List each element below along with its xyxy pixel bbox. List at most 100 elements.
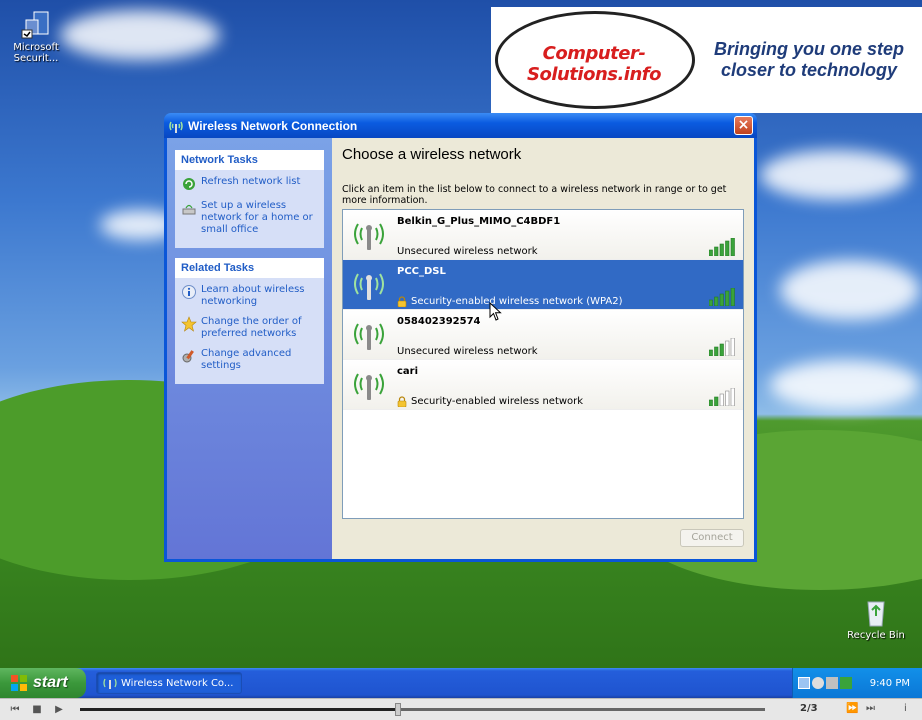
task-label: Change the order of preferred networks	[201, 316, 302, 339]
stop-icon[interactable]: ■	[30, 704, 44, 716]
wireless-network-icon	[354, 273, 384, 300]
desktop-icon-label: Securit...	[13, 53, 59, 64]
related-tasks-header: Related Tasks	[175, 258, 324, 278]
volume-tray-icon[interactable]	[825, 677, 838, 689]
network-security-label: Unsecured wireless network	[397, 246, 538, 257]
clock[interactable]: 9:40 PM	[870, 678, 910, 689]
signal-bar	[714, 346, 719, 356]
skip-forward-icon[interactable]: ⏭	[866, 703, 875, 714]
dialog-titlebar[interactable]: Wireless Network Connection ×	[164, 113, 757, 138]
setup-wireless-network-link[interactable]: Set up a wireless network for a home or …	[181, 200, 318, 236]
signal-strength-icon	[709, 338, 735, 356]
connect-button[interactable]: Connect	[680, 529, 744, 547]
start-button[interactable]: start	[0, 668, 86, 698]
info-icon[interactable]: i	[904, 703, 907, 714]
signal-bar	[714, 396, 719, 406]
signal-bar	[725, 390, 730, 406]
refresh-network-list-link[interactable]: Refresh network list	[181, 176, 318, 192]
network-security-label: Security-enabled wireless network (WPA2)	[411, 296, 623, 307]
signal-bar	[719, 293, 724, 306]
instructions-text: Click an item in the list below to conne…	[342, 184, 727, 206]
network-ssid: 058402392574	[397, 316, 481, 327]
signal-bar	[725, 240, 730, 256]
taskbar-button-wireless[interactable]: Wireless Network Co...	[96, 672, 242, 694]
task-label: Learn about wireless networking	[201, 284, 305, 307]
tagline-line: closer to technology	[720, 60, 898, 80]
star-icon	[181, 316, 197, 332]
signal-bar	[730, 238, 735, 256]
signal-bar	[725, 290, 730, 306]
network-list: Belkin_G_Plus_MIMO_C4BDF1 Unsecured wirel…	[342, 209, 744, 519]
info-icon	[182, 285, 196, 299]
signal-bar	[714, 246, 719, 256]
shield-tray-icon[interactable]	[839, 677, 852, 689]
mouse-cursor-icon	[489, 302, 502, 321]
lock-icon	[397, 396, 407, 407]
progress-thumb[interactable]	[395, 703, 402, 716]
task-label: Set up a wireless network for a home or …	[201, 200, 313, 235]
windows-logo-icon	[11, 675, 27, 691]
signal-bar	[730, 388, 735, 406]
network-ssid: Belkin_G_Plus_MIMO_C4BDF1	[397, 216, 561, 227]
desktop-icon-microsoft-security[interactable]: Microsoft Securit...	[0, 8, 72, 64]
signal-bar	[709, 249, 713, 256]
skip-back-icon[interactable]: ⏮	[8, 704, 22, 716]
dialog-title: Wireless Network Connection	[188, 118, 358, 133]
signal-strength-icon	[709, 288, 735, 306]
settings-icon	[182, 350, 194, 363]
start-label: start	[33, 674, 68, 691]
brand-tagline: Bringing you one step closer to technolo…	[699, 39, 919, 81]
network-row[interactable]: cari Security-enabled wireless network	[343, 360, 743, 410]
network-row[interactable]: 058402392574 Unsecured wireless network	[343, 310, 743, 360]
network-row[interactable]: PCC_DSL Security-enabled wireless networ…	[343, 260, 743, 310]
related-tasks-box: Related Tasks Learn about wireless netwo…	[175, 258, 324, 384]
network-security-label: Security-enabled wireless network	[411, 396, 584, 407]
lock-icon	[397, 296, 407, 307]
wireless-antenna-icon	[169, 121, 183, 133]
video-player-bar: ⏮ ■ ▶ 2/3 ⏩ ⏭ i	[0, 698, 922, 720]
tagline-line: Bringing you one step	[713, 39, 904, 59]
brand-logo-text: Computer-Solutions.info	[526, 43, 662, 85]
refresh-icon	[183, 178, 195, 190]
network-security: Security-enabled wireless network (WPA2)	[397, 296, 623, 307]
signal-bar	[714, 296, 719, 306]
security-icon	[21, 11, 49, 39]
close-button[interactable]: ×	[734, 116, 753, 135]
recycle-bin-icon	[867, 601, 885, 627]
network-tray-icon[interactable]	[797, 677, 810, 689]
network-security-label: Unsecured wireless network	[397, 346, 538, 357]
security-tray-icon[interactable]	[811, 677, 824, 689]
change-preferred-order-link[interactable]: Change the order of preferred networks	[181, 316, 318, 340]
network-tasks-header: Network Tasks	[175, 150, 324, 170]
promo-banner: Computer-Solutions.info Bringing you one…	[491, 7, 922, 113]
learn-wireless-link[interactable]: Learn about wireless networking	[181, 284, 318, 308]
network-security: Unsecured wireless network	[397, 346, 538, 357]
network-pane: Choose a wireless network Click an item …	[332, 138, 754, 559]
change-advanced-settings-link[interactable]: Change advanced settings	[181, 348, 318, 372]
wireless-network-icon	[354, 373, 384, 400]
signal-strength-icon	[709, 388, 735, 406]
progress-track[interactable]	[80, 703, 765, 716]
page-counter: 2/3	[800, 703, 818, 714]
desktop-icon-label: Microsoft	[13, 42, 59, 53]
desktop-icon-recycle-bin[interactable]: Recycle Bin	[840, 596, 912, 641]
taskbar: start Wireless Network Co... 9:40 PM	[0, 668, 922, 698]
network-security: Security-enabled wireless network	[397, 396, 583, 407]
wireless-network-dialog: Wireless Network Connection × Network Ta…	[164, 113, 757, 562]
signal-bar	[730, 288, 735, 306]
network-tasks-box: Network Tasks Refresh network list Set u…	[175, 150, 324, 248]
signal-bar	[730, 338, 735, 356]
network-ssid: cari	[397, 366, 419, 377]
fast-forward-icon[interactable]: ⏩	[846, 703, 858, 714]
wireless-network-icon	[354, 223, 384, 250]
signal-bar	[709, 299, 713, 306]
task-label: Change advanced settings	[201, 348, 292, 371]
play-icon[interactable]: ▶	[52, 704, 66, 716]
network-row[interactable]: Belkin_G_Plus_MIMO_C4BDF1 Unsecured wirel…	[343, 210, 743, 260]
wireless-network-icon	[354, 323, 384, 350]
signal-bar	[709, 399, 713, 406]
signal-bar	[709, 349, 713, 356]
signal-bar	[719, 243, 724, 256]
signal-bar	[725, 340, 730, 356]
progress-fill	[80, 708, 396, 711]
